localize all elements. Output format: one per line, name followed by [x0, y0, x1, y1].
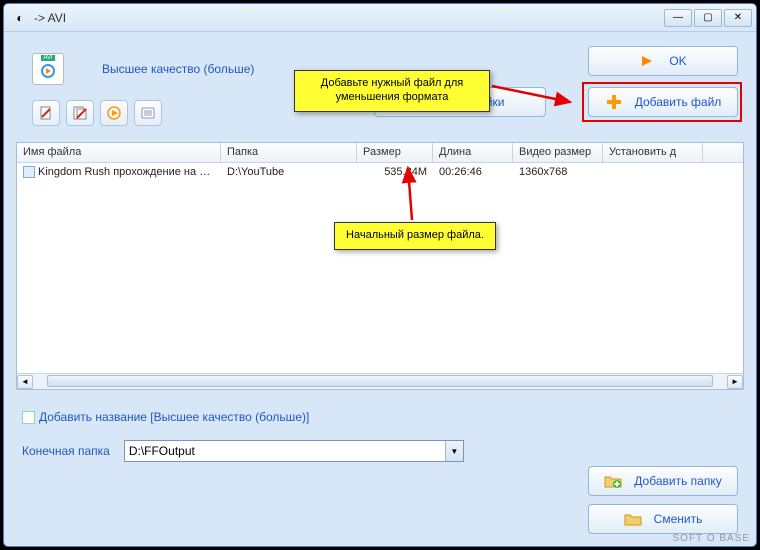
- add-file-button[interactable]: Добавить файл: [588, 87, 738, 117]
- chevron-down-icon[interactable]: ▼: [445, 441, 463, 461]
- add-title-checkbox[interactable]: [22, 411, 35, 424]
- change-folder-button-label: Сменить: [654, 512, 703, 526]
- cell-size: 535.84M: [357, 165, 433, 179]
- add-title-row: Добавить название [Высшее качество (боль…: [16, 410, 744, 424]
- cell-length: 00:26:46: [433, 165, 513, 179]
- callout-add-file: Добавьте нужный файл для уменьшения форм…: [294, 70, 490, 112]
- callout-file-size: Начальный размер файла.: [334, 222, 496, 250]
- folder-plus-icon: [604, 472, 622, 490]
- format-avi-icon[interactable]: [32, 53, 64, 85]
- add-folder-button[interactable]: Добавить папку: [588, 466, 738, 496]
- cell-filename: Kingdom Rush прохождение на ПК ...: [17, 165, 221, 179]
- ok-button[interactable]: OK: [588, 46, 738, 76]
- scroll-track[interactable]: [33, 375, 727, 389]
- col-video-size[interactable]: Видео размер: [513, 143, 603, 162]
- table-header: Имя файла Папка Размер Длина Видео разме…: [17, 143, 743, 163]
- ok-arrow-icon: [639, 52, 657, 70]
- col-folder[interactable]: Папка: [221, 143, 357, 162]
- quality-link[interactable]: Высшее качество (больше): [102, 62, 254, 76]
- content-area: Высшее качество (больше) OK Добавить фай…: [4, 32, 756, 546]
- minimize-button[interactable]: —: [664, 9, 692, 27]
- clear-list-button[interactable]: [66, 100, 94, 126]
- file-table: Имя файла Папка Размер Длина Видео разме…: [16, 142, 744, 390]
- app-icon: ◐: [12, 10, 28, 26]
- scroll-left-button[interactable]: ◄: [17, 375, 33, 389]
- output-folder-label: Конечная папка: [22, 444, 110, 458]
- col-size[interactable]: Размер: [357, 143, 433, 162]
- scroll-thumb[interactable]: [47, 375, 713, 387]
- table-row[interactable]: Kingdom Rush прохождение на ПК ... D:\Yo…: [17, 163, 743, 181]
- close-button[interactable]: ✕: [724, 9, 752, 27]
- add-folder-button-label: Добавить папку: [634, 474, 721, 488]
- cell-folder: D:\YouTube: [221, 165, 357, 179]
- cell-set: [603, 171, 703, 173]
- col-filename[interactable]: Имя файла: [17, 143, 221, 162]
- col-set[interactable]: Установить д: [603, 143, 703, 162]
- output-folder-value: D:\FFOutput: [129, 444, 195, 458]
- watermark: SOFT O BASE: [673, 533, 751, 544]
- horizontal-scrollbar[interactable]: ◄ ►: [17, 373, 743, 389]
- plus-icon: [605, 93, 623, 111]
- remove-file-button[interactable]: [32, 100, 60, 126]
- ok-button-label: OK: [669, 54, 686, 68]
- app-window: ◐ -> AVI — ▢ ✕ Высшее качество (больше) …: [3, 3, 757, 547]
- add-file-button-label: Добавить файл: [635, 95, 722, 109]
- titlebar: ◐ -> AVI — ▢ ✕: [4, 4, 756, 32]
- scroll-right-button[interactable]: ►: [727, 375, 743, 389]
- output-row: Конечная папка D:\FFOutput ▼: [16, 440, 744, 462]
- maximize-button[interactable]: ▢: [694, 9, 722, 27]
- window-title: -> AVI: [34, 11, 664, 25]
- add-title-link[interactable]: Добавить название [Высшее качество (боль…: [39, 410, 309, 424]
- window-controls: — ▢ ✕: [664, 9, 752, 27]
- info-button[interactable]: [134, 100, 162, 126]
- cell-video-size: 1360x768: [513, 165, 603, 179]
- output-folder-select[interactable]: D:\FFOutput ▼: [124, 440, 464, 462]
- change-folder-button[interactable]: Сменить: [588, 504, 738, 534]
- col-length[interactable]: Длина: [433, 143, 513, 162]
- play-button[interactable]: [100, 100, 128, 126]
- folder-icon: [624, 510, 642, 528]
- video-file-icon: [23, 166, 35, 178]
